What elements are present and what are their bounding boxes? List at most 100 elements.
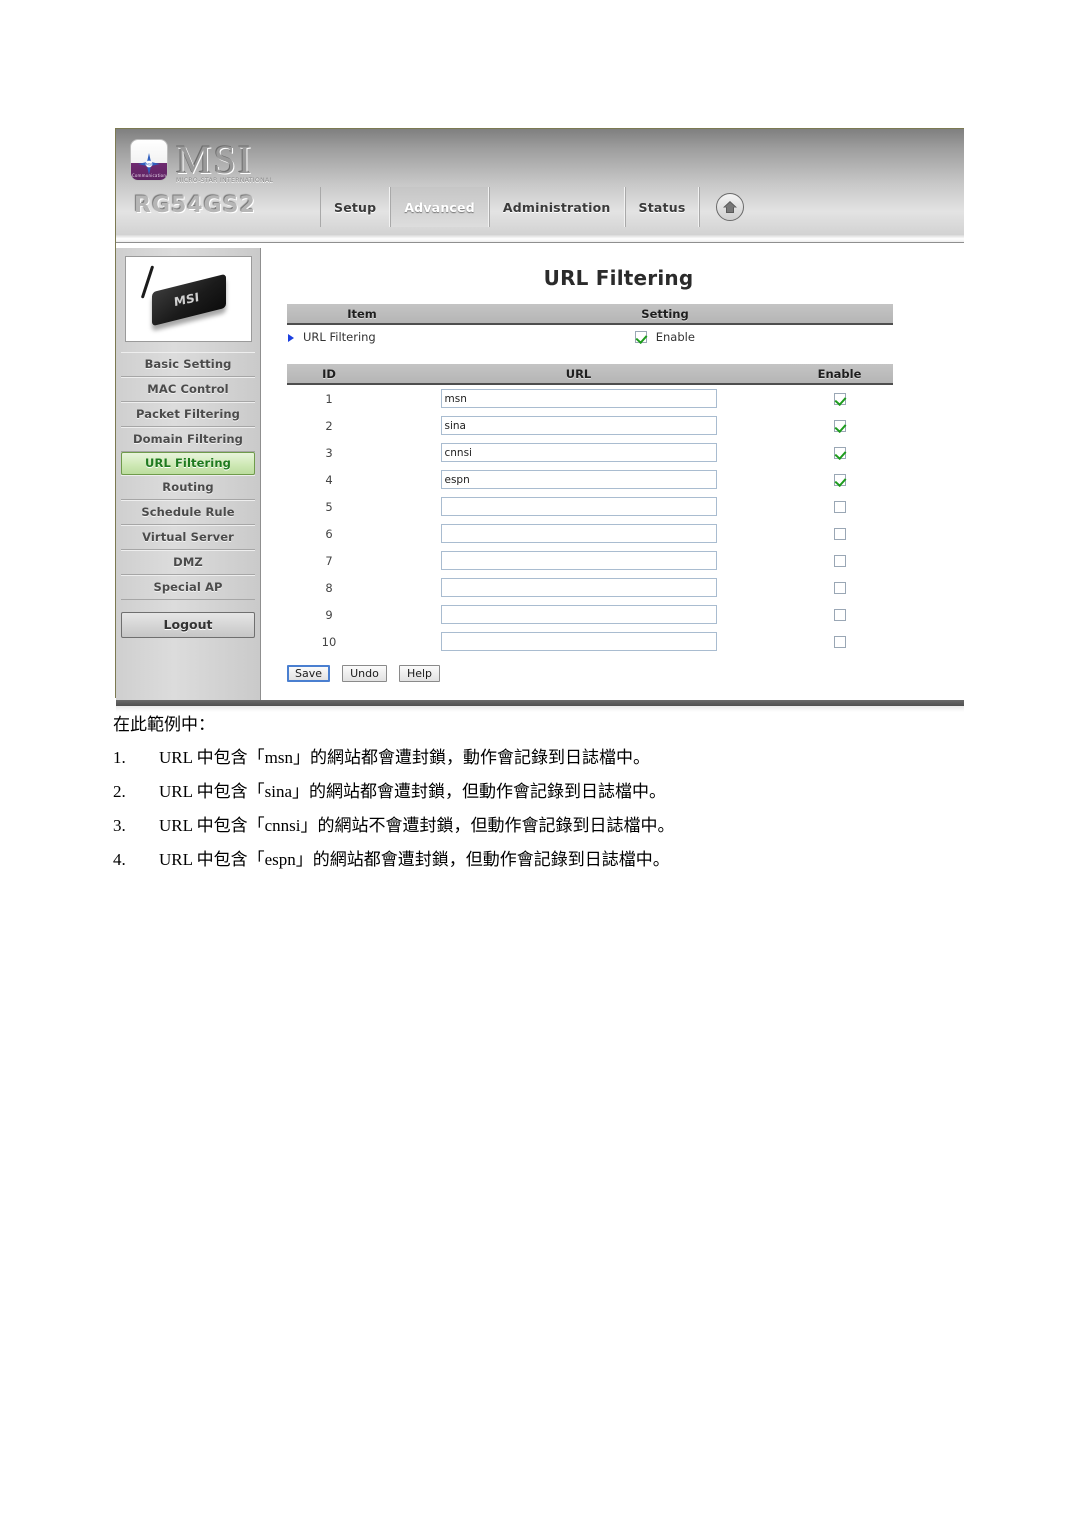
brand-logo: MSI Communication MSI MICRO-STAR INTERNA… [130,139,273,184]
url-input-10[interactable] [440,632,717,651]
home-button[interactable] [699,187,760,227]
url-input-6[interactable] [440,524,717,543]
list-item-number: 1. [113,748,126,767]
sidebar-item-url-filtering[interactable]: URL Filtering [121,452,255,475]
url-row-url-cell [371,574,786,601]
list-item: 2. URL 中包含「sina」的網站都會遭封鎖，但動作會記錄到日誌檔中。 [113,783,973,800]
url-row-url-cell [371,520,786,547]
sidebar: Basic Setting MAC Control Packet Filteri… [116,248,261,700]
main-content: URL Filtering Item Setting URL Filtering… [261,248,964,700]
url-row-enable-cell [786,412,893,439]
url-input-2[interactable] [440,416,717,435]
url-row-url-cell [371,601,786,628]
nav-tab-administration[interactable]: Administration [488,187,625,227]
url-row-url-cell [371,547,786,574]
msi-badge-mark: MSI [146,163,152,167]
list-item-text: URL 中包含「espn」的網站都會遭封鎖，但動作會記錄到日誌檔中。 [159,850,670,869]
list-item-number: 2. [113,782,126,801]
nav-tab-setup[interactable]: Setup [320,187,391,227]
sidebar-item-special-ap[interactable]: Special AP [121,575,255,600]
msi-badge-caption: Communication [131,173,167,178]
list-item-number: 3. [113,816,126,835]
url-row-enable-cell [786,384,893,412]
sidebar-item-schedule-rule[interactable]: Schedule Rule [121,500,255,525]
url-input-4[interactable] [440,470,717,489]
undo-button[interactable]: Undo [342,665,387,682]
url-enable-checkbox-2[interactable] [833,419,846,432]
header-separator-top [116,235,964,243]
nav-tab-status[interactable]: Status [624,187,700,227]
list-item-text: URL 中包含「cnnsi」的網站不會遭封鎖，但動作會記錄到日誌檔中。 [159,816,675,835]
sidebar-item-dmz[interactable]: DMZ [121,550,255,575]
sidebar-item-packet-filtering[interactable]: Packet Filtering [121,402,255,427]
url-row-url-cell [371,439,786,466]
url-enable-checkbox-5[interactable] [833,500,846,513]
url-enable-checkbox-6[interactable] [833,527,846,540]
bullet-arrow-icon [288,333,294,342]
home-icon [716,193,745,221]
url-row-url-cell [371,628,786,655]
nav-tab-advanced[interactable]: Advanced [390,187,489,227]
sidebar-item-domain-filtering[interactable]: Domain Filtering [121,427,255,452]
table-row: 6 [287,520,893,547]
table-gap [287,348,950,364]
list-item: 3. URL 中包含「cnnsi」的網站不會遭封鎖，但動作會記錄到日誌檔中。 [113,817,973,834]
url-enable-checkbox-4[interactable] [833,473,846,486]
table-row: 1 [287,384,893,412]
logout-wrapper: Logout [121,612,255,638]
url-row-enable-cell [786,520,893,547]
url-row-id: 6 [325,526,333,541]
url-enable-checkbox-1[interactable] [833,392,846,405]
url-table-header-enable: Enable [786,364,893,385]
url-row-id: 3 [325,445,333,460]
logout-button[interactable]: Logout [121,612,255,638]
url-input-8[interactable] [440,578,717,597]
main-navigation: Setup Advanced Administration Status [320,187,760,227]
url-table-header-url: URL [371,364,786,385]
url-input-1[interactable] [440,389,717,408]
table-row: 5 [287,493,893,520]
sidebar-item-routing[interactable]: Routing [121,475,255,500]
url-row-url-cell [371,412,786,439]
save-button[interactable]: Save [287,665,331,682]
url-enable-checkbox-9[interactable] [833,608,846,621]
url-table-header-row: ID URL Enable [287,364,893,385]
url-input-9[interactable] [440,605,717,624]
url-input-7[interactable] [440,551,717,570]
url-row-id: 10 [321,634,337,649]
form-button-row: Save Undo Help [287,662,950,682]
ui-body: Basic Setting MAC Control Packet Filteri… [116,248,964,700]
url-input-5[interactable] [440,497,717,516]
sidebar-item-mac-control[interactable]: MAC Control [121,377,255,402]
help-button[interactable]: Help [398,665,441,682]
url-enable-checkbox-8[interactable] [833,581,846,594]
document-body: 在此範例中： 1. URL 中包含「msn」的網站都會遭封鎖，動作會記錄到日誌檔… [113,710,973,885]
msi-badge-icon: MSI Communication [130,139,168,181]
url-enable-checkbox-7[interactable] [833,554,846,567]
url-row-enable-cell [786,466,893,493]
table-row: 8 [287,574,893,601]
sidebar-item-virtual-server[interactable]: Virtual Server [121,525,255,550]
url-row-enable-cell [786,574,893,601]
url-input-3[interactable] [440,443,717,462]
url-row-enable-cell [786,628,893,655]
home-glyph-icon [723,201,738,213]
url-row-enable-cell [786,493,893,520]
device-model-label: RG54GS2 [134,193,256,218]
url-table-header-id: ID [287,364,371,385]
setting-row-value-cell: Enable [437,324,893,348]
url-row-id: 2 [325,418,333,433]
url-row-id: 4 [325,472,333,487]
setting-table-header-setting: Setting [437,304,893,325]
url-enable-checkbox-3[interactable] [833,446,846,459]
url-row-url-cell [371,384,786,412]
url-enable-checkbox-10[interactable] [833,635,846,648]
url-row-enable-cell [786,601,893,628]
setting-table-header-item: Item [287,304,437,325]
table-row: 9 [287,601,893,628]
sidebar-item-basic-setting[interactable]: Basic Setting [121,352,255,377]
url-filtering-enable-label: Enable [655,329,695,344]
list-item: 1. URL 中包含「msn」的網站都會遭封鎖，動作會記錄到日誌檔中。 [113,749,973,766]
url-filtering-enable-checkbox[interactable] [635,330,648,343]
url-row-id: 1 [325,391,333,406]
